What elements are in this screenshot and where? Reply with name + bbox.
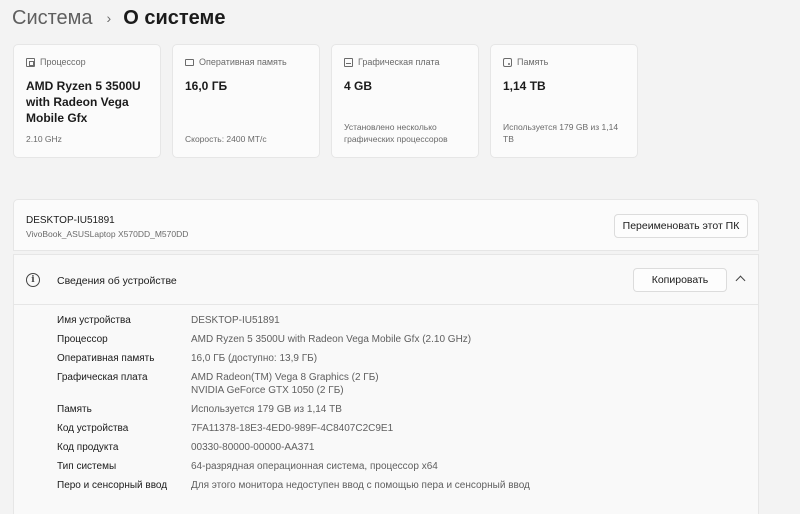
spec-value: Для этого монитора недоступен ввод с пом… [191,480,530,491]
breadcrumb-system-link[interactable]: Система [12,7,93,30]
device-specs-header[interactable]: i Сведения об устройстве Копировать [14,255,758,305]
spec-key: Код продукта [57,442,119,453]
card-graphics: Графическая плата 4 GB Установлено неско… [331,44,479,158]
spec-key: Имя устройства [57,315,131,326]
chevron-right-icon: › [106,10,112,26]
card-ram: Оперативная память 16,0 ГБ Скорость: 240… [172,44,320,158]
breadcrumb: Система › О системе [12,4,225,32]
spec-value: DESKTOP-IU51891 [191,315,280,326]
spec-row-product-id: Код продукта 00330-80000-00000-AA371 [57,442,530,454]
spec-cards: Процессор AMD Ryzen 5 3500U with Radeon … [13,44,638,158]
ram-icon [185,58,194,66]
card-label: Процессор [40,57,86,67]
spec-key: Процессор [57,334,108,345]
device-specs-title: Сведения об устройстве [57,275,177,287]
spec-key: Тип системы [57,461,117,472]
device-specs-panel: i Сведения об устройстве Копировать Имя … [13,254,759,514]
gpu-icon [344,57,353,67]
spec-value: AMD Radeon(TM) Vega 8 Graphics (2 ГБ) [191,372,379,383]
spec-value: 64-разрядная операционная система, проце… [191,461,438,472]
spec-key: Оперативная память [57,353,155,364]
card-processor: Процессор AMD Ryzen 5 3500U with Radeon … [13,44,161,158]
spec-row-device-id: Код устройства 7FA11378-18E3-4ED0-989F-4… [57,423,530,435]
spec-value: NVIDIA GeForce GTX 1050 (2 ГБ) [191,385,344,396]
card-value: AMD Ryzen 5 3500U with Radeon Vega Mobil… [26,79,141,125]
spec-key: Код устройства [57,423,129,434]
card-label: Память [517,57,549,67]
spec-key: Перо и сенсорный ввод [57,480,168,491]
spec-value: 7FA11378-18E3-4ED0-989F-4C8407C2C9E1 [191,423,394,434]
card-value: 4 GB [344,79,373,93]
spec-row-pen-touch: Перо и сенсорный ввод Для этого монитора… [57,480,530,492]
page-title: О системе [123,6,226,29]
spec-row-system-type: Тип системы 64-разрядная операционная си… [57,461,530,473]
info-icon: i [26,273,40,287]
storage-icon [503,57,512,67]
card-note: 2.10 GHz [26,134,62,144]
card-storage: Память 1,14 ТВ Используется 179 GB из 1,… [490,44,638,158]
spec-row-ram: Оперативная память 16,0 ГБ (доступно: 13… [57,353,530,365]
spec-row-storage: Память Используется 179 GB из 1,14 ТВ [57,404,530,416]
rename-pc-button[interactable]: Переименовать этот ПК [614,214,748,238]
spec-key: Память [57,404,92,415]
card-value: 1,14 ТВ [503,79,546,93]
spec-row-graphics: Графическая плата AMD Radeon(TM) Vega 8 … [57,372,530,397]
card-note: Установлено несколько графических процес… [344,122,448,144]
cpu-icon [26,57,35,67]
card-note: Скорость: 2400 МТ/с [185,134,267,144]
spec-row-processor: Процессор AMD Ryzen 5 3500U with Radeon … [57,334,530,346]
card-label: Оперативная память [199,57,287,67]
card-value: 16,0 ГБ [185,79,228,93]
device-model: VivoBook_ASUSLaptop X570DD_M570DD [26,229,189,239]
spec-value: Используется 179 GB из 1,14 ТВ [191,404,342,415]
card-label: Графическая плата [358,57,440,67]
copy-button[interactable]: Копировать [633,268,727,292]
spec-list: Имя устройства DESKTOP-IU51891 Процессор… [57,315,530,499]
device-name-panel: DESKTOP-IU51891 VivoBook_ASUSLaptop X570… [13,199,759,251]
chevron-up-icon[interactable] [735,275,746,286]
spec-value: AMD Ryzen 5 3500U with Radeon Vega Mobil… [191,334,472,345]
device-name: DESKTOP-IU51891 [26,215,115,226]
about-page: Система › О системе Процессор AMD Ryzen … [0,0,800,514]
card-note: Используется 179 GB из 1,14 TB [503,122,619,144]
spec-value: 16,0 ГБ (доступно: 13,9 ГБ) [191,353,318,364]
spec-row-device-name: Имя устройства DESKTOP-IU51891 [57,315,530,327]
spec-key: Графическая плата [57,372,148,383]
spec-value: 00330-80000-00000-AA371 [191,442,315,453]
